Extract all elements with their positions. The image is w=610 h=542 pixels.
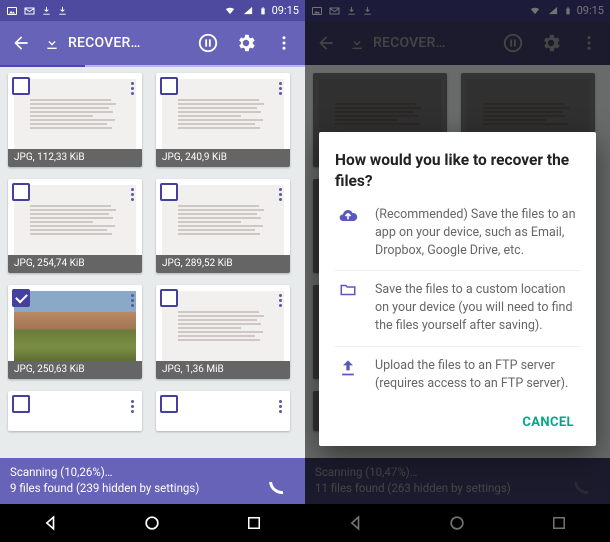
scan-progress-text: Scanning (10,26%)… (10, 465, 199, 481)
card-overflow[interactable] (124, 395, 140, 417)
back-button[interactable] (6, 28, 36, 58)
settings-button[interactable] (231, 28, 261, 58)
file-card[interactable]: JPG, 112,33 KiB (8, 73, 142, 167)
download-icon (57, 5, 68, 17)
file-card[interactable] (8, 391, 142, 431)
download-arrow-icon (44, 35, 60, 51)
nav-recents[interactable] (226, 508, 282, 538)
file-card[interactable]: JPG, 289,52 KiB (156, 179, 290, 273)
checkbox[interactable] (12, 289, 30, 307)
checkbox[interactable] (160, 395, 178, 413)
file-card[interactable] (156, 391, 290, 431)
card-overflow[interactable] (272, 289, 288, 311)
option-save-custom[interactable]: Save the files to a custom location on y… (335, 270, 580, 345)
status-panel: Scanning (10,26%)… 9 files found (239 hi… (0, 458, 305, 504)
battery-icon (259, 5, 267, 17)
file-card[interactable]: JPG, 254,74 KiB (8, 179, 142, 273)
file-card[interactable]: JPG, 250,63 KiB (8, 285, 142, 379)
file-card[interactable]: JPG, 1,36 MiB (156, 285, 290, 379)
spinner-icon (264, 463, 301, 500)
card-overflow[interactable] (272, 77, 288, 99)
file-caption: JPG, 240,9 KiB (156, 149, 290, 167)
nav-bar (0, 504, 305, 542)
wifi-icon (223, 5, 237, 16)
pause-button[interactable] (193, 28, 223, 58)
card-overflow[interactable] (124, 77, 140, 99)
option-ftp-upload[interactable]: Upload the files to an FTP server (requi… (335, 346, 580, 403)
file-card[interactable]: JPG, 240,9 KiB (156, 73, 290, 167)
recover-dialog: How would you like to recover the files?… (319, 132, 596, 446)
file-caption: JPG, 250,63 KiB (8, 361, 142, 379)
files-found-text: 9 files found (239 hidden by settings) (10, 481, 199, 497)
overflow-button[interactable] (269, 28, 299, 58)
cancel-button[interactable]: CANCEL (516, 407, 580, 438)
file-caption: JPG, 289,52 KiB (156, 255, 290, 273)
folder-icon (335, 281, 361, 303)
checkbox[interactable] (12, 77, 30, 95)
screen-right: 09:15 RECOVER… Scanning (10,47%)… 11 fil… (305, 0, 610, 542)
nav-home[interactable] (124, 508, 180, 538)
image-icon (6, 5, 18, 17)
checkbox[interactable] (160, 77, 178, 95)
option-text: (Recommended) Save the files to an app o… (375, 206, 580, 260)
card-overflow[interactable] (124, 289, 140, 311)
option-text: Upload the files to an FTP server (requi… (375, 357, 580, 393)
download-icon (41, 5, 52, 17)
option-text: Save the files to a custom location on y… (375, 281, 580, 335)
clock-text: 09:15 (272, 4, 299, 17)
checkbox[interactable] (160, 289, 178, 307)
card-overflow[interactable] (124, 183, 140, 205)
checkbox[interactable] (12, 395, 30, 413)
signal-icon (242, 5, 254, 16)
file-caption: JPG, 1,36 MiB (156, 361, 290, 379)
upload-icon (335, 357, 361, 379)
checkbox[interactable] (160, 183, 178, 201)
card-overflow[interactable] (272, 395, 288, 417)
app-bar-title: RECOVER… (68, 35, 141, 51)
results-grid: JPG, 112,33 KiB JPG, 240,9 KiB JPG, 254,… (0, 65, 305, 458)
cloud-upload-icon (335, 206, 361, 228)
scan-progress-bar (0, 65, 305, 67)
status-bar: 09:15 (0, 0, 305, 21)
dialog-title: How would you like to recover the files? (335, 150, 580, 192)
app-bar: RECOVER… (0, 21, 305, 65)
card-overflow[interactable] (272, 183, 288, 205)
file-caption: JPG, 254,74 KiB (8, 255, 142, 273)
option-save-to-app[interactable]: (Recommended) Save the files to an app o… (335, 206, 580, 270)
file-caption: JPG, 112,33 KiB (8, 149, 142, 167)
screen-left: 09:15 RECOVER… JPG, 112,33 KiB (0, 0, 305, 542)
mail-icon (23, 5, 36, 17)
nav-back[interactable] (23, 508, 79, 538)
checkbox[interactable] (12, 183, 30, 201)
